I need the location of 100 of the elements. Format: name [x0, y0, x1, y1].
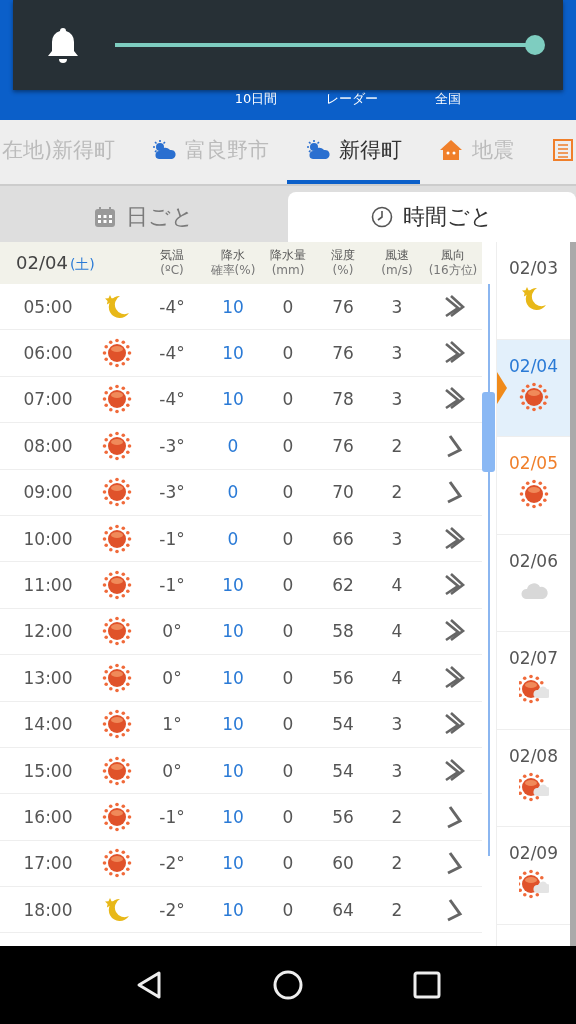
precipitation-amount-cell-text: 0: [281, 296, 295, 317]
temperature-cell-text: 0°: [161, 760, 183, 781]
humidity-cell-text: 54: [331, 714, 355, 735]
wind-speed-cell-text: 3: [390, 296, 404, 317]
time-cell-text: 05:00: [22, 296, 74, 317]
time-cell-text: 11:00: [22, 575, 74, 596]
temperature-cell-text: -4°: [158, 296, 186, 317]
precipitation-amount-cell-text: 0: [281, 435, 295, 456]
calendar-icon: [94, 206, 116, 228]
date-heading: 02/04(土): [15, 252, 96, 274]
wind-speed-cell-text: 3: [390, 389, 404, 410]
column-unit: (m/s): [381, 263, 413, 278]
wind-speed-cell-text: 3: [390, 528, 404, 549]
sun-cloud-icon: [518, 869, 549, 899]
humidity-cell-text: 58: [331, 621, 355, 642]
precipitation-chance-cell-text: 10: [221, 389, 245, 410]
wind-speed-cell-text: 2: [390, 807, 404, 827]
temperature-cell-text: -2°: [158, 899, 186, 920]
sun-icon: [102, 709, 132, 740]
temperature-cell-text: 0°: [161, 621, 183, 642]
humidity-cell-text: 76: [331, 343, 355, 364]
column-unit: (%): [332, 263, 354, 278]
precipitation-amount-cell-text: 0: [281, 621, 295, 642]
day-date: 02/05: [509, 453, 558, 473]
precipitation-chance-cell-text: 0: [226, 528, 240, 549]
scroll-thumb[interactable]: [482, 392, 495, 472]
humidity-cell-text: 64: [331, 899, 355, 920]
sun-icon: [102, 755, 132, 786]
list-icon: [550, 139, 576, 161]
wind-speed-cell-text: 2: [390, 899, 404, 920]
humidity-cell-text: 62: [331, 575, 355, 596]
wind-speed-cell-text: 3: [390, 714, 404, 735]
temperature-cell-text: -1°: [158, 575, 186, 596]
time-cell-text: 10:00: [22, 528, 74, 549]
column-heading: 降水: [221, 248, 245, 263]
precipitation-chance-cell-text: 10: [221, 853, 245, 874]
precipitation-chance-cell-text: 10: [221, 807, 245, 827]
time-cell-text: 12:00: [22, 621, 74, 642]
sun-cloud-icon: [151, 139, 178, 161]
time-cell-text: 15:00: [22, 760, 74, 781]
day-date: 02/08: [509, 745, 558, 766]
time-cell-text: 07:00: [22, 389, 74, 410]
sun-icon: [102, 477, 132, 508]
wind-speed-cell-text: 3: [390, 760, 404, 781]
column-heading: 風速: [385, 248, 409, 263]
sun-icon: [102, 338, 132, 369]
precipitation-chance-cell-text: 10: [221, 575, 245, 596]
time-cell-text: 08:00: [22, 435, 74, 456]
humidity-cell-text: 76: [331, 296, 355, 317]
day-date: 02/07: [509, 648, 558, 668]
day-item[interactable]: 02/04: [497, 339, 570, 437]
column-unit: (mm): [271, 263, 305, 278]
slider-thumb[interactable]: [525, 35, 545, 55]
precipitation-amount-cell-text: 0: [281, 714, 295, 735]
column-unit: (16方位): [428, 263, 478, 278]
nav-label[interactable]: 全国: [400, 90, 496, 108]
temperature-cell-text: -4°: [158, 343, 186, 364]
column-heading: 気温: [160, 248, 184, 263]
view-tab[interactable]: 日ごと: [0, 192, 288, 242]
humidity-cell-text: 56: [331, 667, 355, 688]
temperature-cell-text: 0°: [161, 667, 183, 688]
column-unit: 確率(%): [210, 263, 256, 278]
sun-icon: [102, 802, 132, 832]
sun-icon: [102, 384, 132, 415]
home-icon[interactable]: [272, 969, 304, 1001]
day-date: 02/04: [509, 355, 558, 376]
precipitation-amount-cell-text: 0: [281, 482, 295, 503]
precipitation-chance-cell-text: 10: [221, 667, 245, 688]
wind-speed-cell-text: 2: [390, 482, 404, 503]
time-cell-text: 18:00: [22, 899, 74, 920]
nav-label[interactable]: レーダー: [304, 90, 400, 108]
sun-cloud-icon: [518, 771, 549, 802]
column-heading: 降水量: [270, 248, 306, 263]
day-date: 02/09: [509, 843, 558, 863]
time-cell-text: 13:00: [22, 667, 74, 688]
precipitation-chance-cell-text: 0: [226, 482, 240, 503]
sun-icon: [518, 479, 549, 509]
sun-cloud-icon: [518, 674, 549, 704]
wind-speed-cell-text: 3: [390, 343, 404, 364]
sun-icon: [102, 570, 132, 601]
humidity-cell-text: 56: [331, 807, 355, 827]
time-cell-text: 06:00: [22, 343, 74, 364]
humidity-cell-text: 66: [331, 528, 355, 549]
sun-icon: [102, 662, 132, 693]
clock-icon: [371, 206, 393, 228]
precipitation-chance-cell-text: 10: [221, 296, 245, 317]
time-cell-text: 09:00: [22, 482, 74, 503]
column-unit: (ºC): [160, 263, 184, 278]
sun-icon: [518, 381, 549, 412]
humidity-cell-text: 54: [331, 760, 355, 781]
bell-icon[interactable]: [45, 25, 81, 65]
precipitation-chance-cell-text: 10: [221, 343, 245, 364]
time-cell-text: 16:00: [22, 807, 74, 827]
view-tab[interactable]: 時間ごと: [288, 192, 576, 242]
precipitation-amount-cell-text: 0: [281, 575, 295, 596]
sun-icon: [102, 523, 132, 554]
sun-icon: [102, 616, 132, 647]
nav-label[interactable]: 10日間: [208, 90, 304, 108]
humidity-cell-text: 60: [331, 853, 355, 874]
humidity-cell-text: 78: [331, 389, 355, 410]
